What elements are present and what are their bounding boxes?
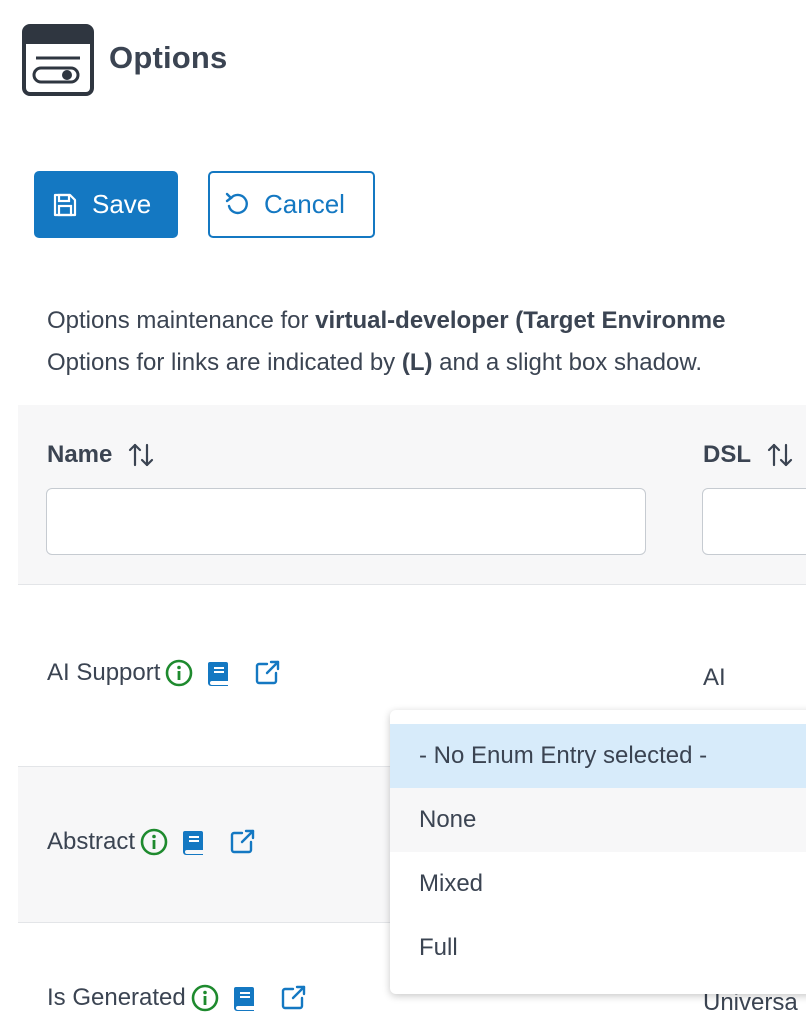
column-header-label: Name xyxy=(47,441,113,468)
save-icon xyxy=(52,192,78,218)
cancel-button[interactable]: Cancel xyxy=(208,171,375,238)
page-description: Options maintenance for virtual-develope… xyxy=(47,300,806,384)
column-header-dsl[interactable]: DSL xyxy=(703,440,795,470)
cancel-button-label: Cancel xyxy=(264,189,345,219)
book-icon[interactable] xyxy=(204,658,234,688)
row-name: Is Generated xyxy=(47,984,186,1011)
undo-icon xyxy=(224,192,250,218)
sort-icon[interactable] xyxy=(765,440,795,470)
link-indicator: (L) xyxy=(401,349,433,376)
dsl-filter-input[interactable] xyxy=(702,488,806,555)
name-filter-input[interactable] xyxy=(46,488,646,555)
row-dsl-cell: AI xyxy=(703,664,726,691)
book-icon[interactable] xyxy=(230,983,260,1013)
row-name: AI Support xyxy=(47,659,161,686)
row-name-cell: Is Generated xyxy=(47,983,318,1013)
options-page: Options Save Cancel Options maintenance … xyxy=(0,0,806,1034)
external-link-icon[interactable] xyxy=(252,658,282,688)
description-text: Options maintenance for xyxy=(47,307,316,334)
info-icon[interactable] xyxy=(139,827,169,857)
save-button[interactable]: Save xyxy=(34,171,178,238)
sort-icon[interactable] xyxy=(126,440,156,470)
external-link-icon[interactable] xyxy=(227,827,257,857)
description-line-2: Options for links are indicated by (L) a… xyxy=(47,342,806,384)
description-text: and a slight box shadow. xyxy=(432,349,703,376)
row-name-cell: Abstract xyxy=(47,827,267,857)
description-text: Options for links are indicated by xyxy=(47,349,402,376)
description-line-1: Options maintenance for virtual-develope… xyxy=(47,300,806,342)
save-button-label: Save xyxy=(92,189,152,219)
column-header-name[interactable]: Name xyxy=(47,440,156,470)
row-name: Abstract xyxy=(47,828,136,855)
info-icon[interactable] xyxy=(190,983,220,1013)
options-window-icon xyxy=(22,24,94,96)
dropdown-option-full[interactable]: Full xyxy=(390,916,806,980)
dropdown-option-none[interactable]: None xyxy=(390,788,806,852)
row-name-cell: AI Support xyxy=(47,658,292,688)
dropdown-option-mixed[interactable]: Mixed xyxy=(390,852,806,916)
column-header-label: DSL xyxy=(703,441,751,468)
page-title: Options xyxy=(109,40,228,75)
external-link-icon[interactable] xyxy=(278,983,308,1013)
info-icon[interactable] xyxy=(164,658,194,688)
dropdown-option-no-entry[interactable]: - No Enum Entry selected - xyxy=(390,724,806,788)
environment-name: virtual-developer (Target Environme xyxy=(315,307,726,334)
enum-dropdown-menu: - No Enum Entry selected - None Mixed Fu… xyxy=(390,710,806,994)
book-icon[interactable] xyxy=(179,827,209,857)
